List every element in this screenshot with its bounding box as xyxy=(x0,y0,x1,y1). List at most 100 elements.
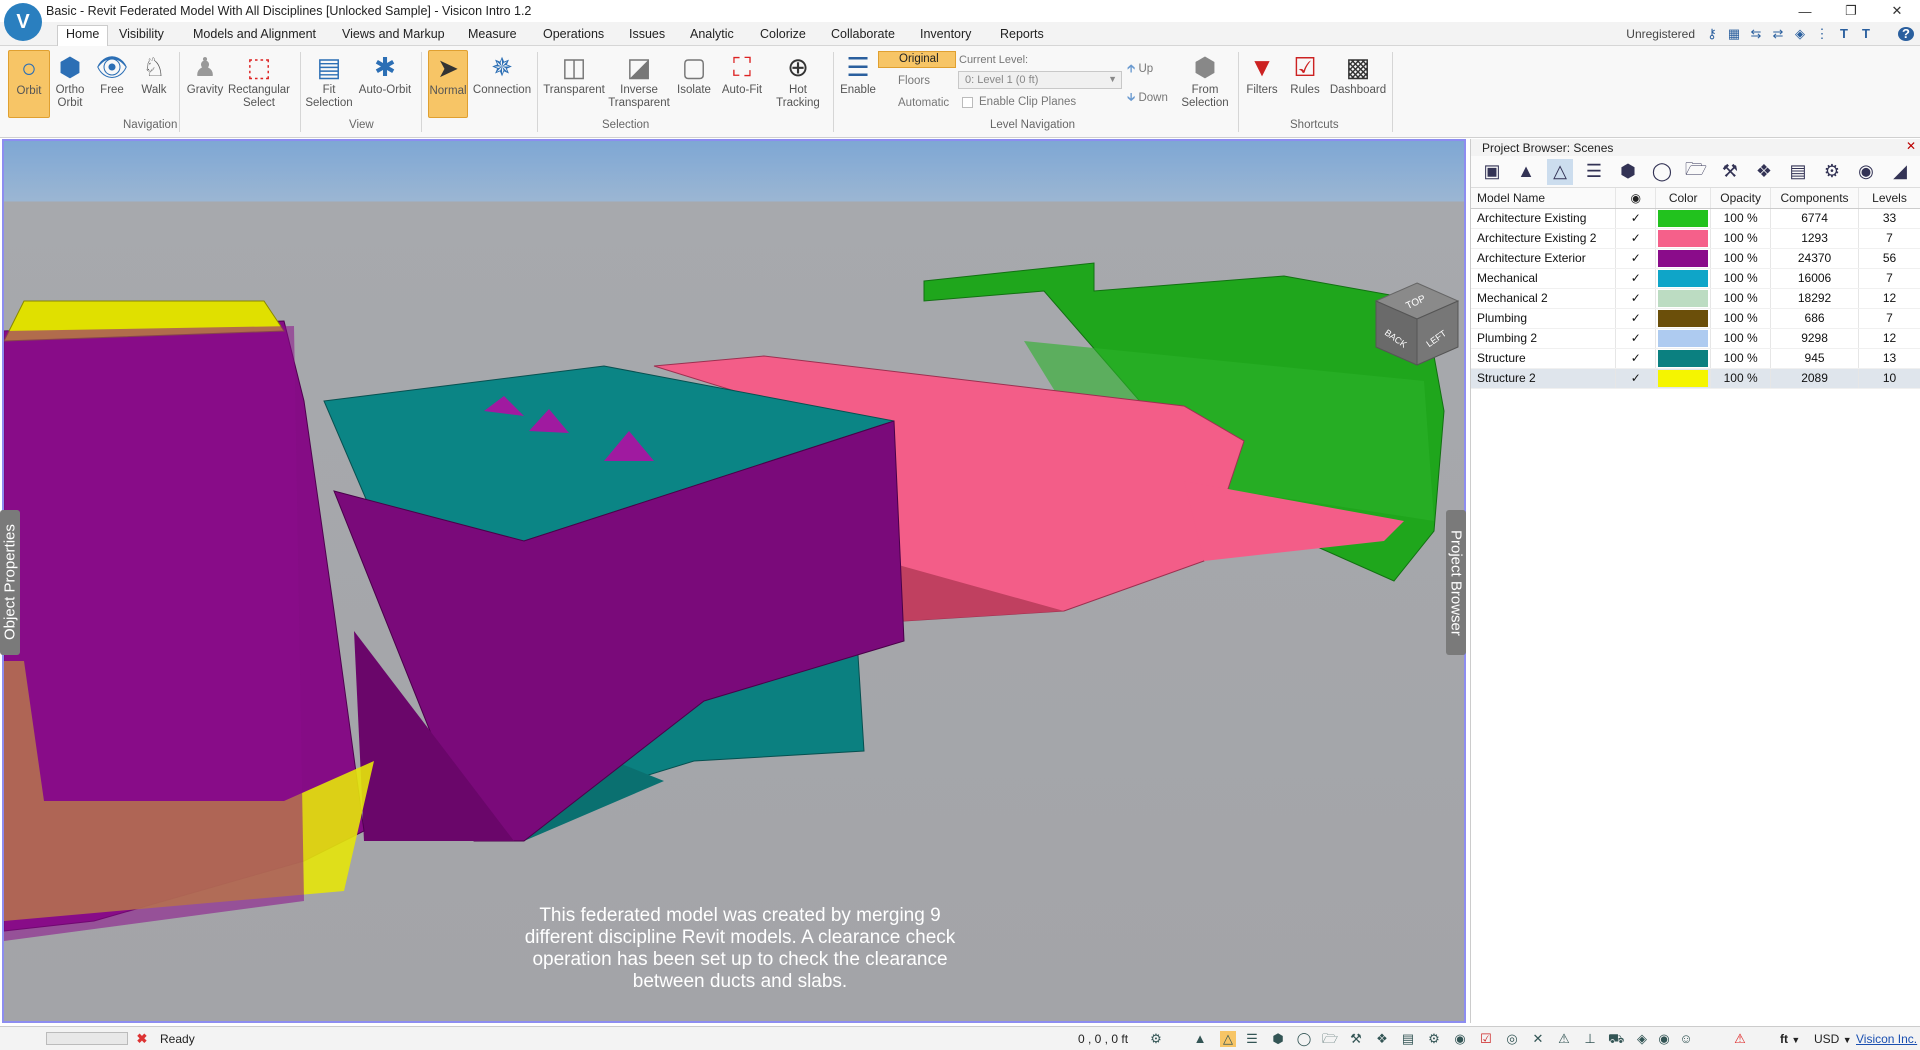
tab-views-markup[interactable]: Views and Markup xyxy=(334,26,453,46)
table-row[interactable]: Plumbing 2 ✓ 100 % 9298 12 xyxy=(1471,328,1920,349)
table-row[interactable]: Architecture Existing 2 ✓ 100 % 1293 7 xyxy=(1471,228,1920,249)
levels-cell[interactable]: 7 xyxy=(1858,228,1920,249)
tools-icon[interactable]: ✕ xyxy=(1530,1031,1546,1047)
color-swatch[interactable] xyxy=(1658,209,1709,227)
opacity-cell[interactable]: 100 % xyxy=(1710,228,1772,249)
sphere-icon[interactable]: ◉ xyxy=(1853,159,1879,185)
col-levels[interactable]: Levels xyxy=(1858,188,1920,209)
folder-icon[interactable]: 🗁 xyxy=(1322,1031,1338,1047)
text-up-icon[interactable]: T xyxy=(1836,27,1852,41)
inverse-transparent-button[interactable]: ◪ Inverse Transparent xyxy=(606,50,672,109)
objects-icon[interactable]: ❖ xyxy=(1374,1031,1390,1047)
color-swatch[interactable] xyxy=(1658,349,1709,367)
tag-icon[interactable]: ◈ xyxy=(1792,27,1808,41)
model-name-cell[interactable]: Plumbing xyxy=(1471,308,1617,329)
warning-outline-icon[interactable]: ⚠ xyxy=(1556,1031,1572,1047)
text-down-icon[interactable]: T xyxy=(1858,27,1874,41)
tag-icon[interactable]: ◈ xyxy=(1634,1031,1650,1047)
original-option[interactable]: Original xyxy=(878,51,956,68)
components-cell[interactable]: 1293 xyxy=(1770,228,1860,249)
table-row[interactable]: Architecture Existing ✓ 100 % 6774 33 xyxy=(1471,208,1920,229)
minimize-button[interactable]: — xyxy=(1782,0,1828,22)
eye-icon[interactable]: ◉ xyxy=(1656,1031,1672,1047)
clash-icon[interactable]: ⊥ xyxy=(1582,1031,1598,1047)
chip-icon[interactable]: ⚙ xyxy=(1819,159,1845,185)
model-name-cell[interactable]: Architecture Existing 2 xyxy=(1471,228,1617,249)
levels-cell[interactable]: 13 xyxy=(1858,348,1920,369)
color-swatch[interactable] xyxy=(1658,249,1709,267)
3d-viewport[interactable]: TOP BACK LEFT This federated model was c… xyxy=(2,139,1466,1023)
settings-icon[interactable]: ⚙ xyxy=(1148,1031,1164,1047)
col-color[interactable]: Color xyxy=(1655,188,1712,209)
level-down-button[interactable]: 🡳 Down xyxy=(1127,90,1168,109)
wrench-icon[interactable]: ⚒ xyxy=(1348,1031,1364,1047)
nav-cube[interactable]: TOP BACK LEFT xyxy=(1372,279,1462,369)
table-row[interactable]: Architecture Exterior ✓ 100 % 24370 56 xyxy=(1471,248,1920,269)
floors-option[interactable]: Floors xyxy=(898,75,930,87)
folder-icon[interactable]: 🗁 xyxy=(1683,159,1709,185)
car-icon[interactable]: ⛟ xyxy=(1608,1031,1624,1047)
visible-cell[interactable]: ✓ xyxy=(1615,328,1657,349)
wrench-icon[interactable]: ⚒ xyxy=(1717,159,1743,185)
col-model-name[interactable]: Model Name xyxy=(1471,188,1617,209)
model-name-cell[interactable]: Structure xyxy=(1471,348,1617,369)
key-icon[interactable]: ⚷ xyxy=(1704,27,1720,41)
opacity-cell[interactable]: 100 % xyxy=(1710,288,1772,309)
rules-icon[interactable]: ☑ xyxy=(1478,1031,1494,1047)
box-icon[interactable]: ⬢ xyxy=(1270,1031,1286,1047)
color-swatch-cell[interactable] xyxy=(1655,368,1712,389)
color-swatch[interactable] xyxy=(1658,229,1709,247)
cancel-icon[interactable]: ✖ xyxy=(134,1031,150,1047)
shape-icon[interactable]: ◯ xyxy=(1649,159,1675,185)
app-logo-icon[interactable]: V xyxy=(4,3,42,41)
walk-button[interactable]: ♘ Walk xyxy=(136,50,172,97)
components-cell[interactable]: 24370 xyxy=(1770,248,1860,269)
table-row[interactable]: Plumbing ✓ 100 % 686 7 xyxy=(1471,308,1920,329)
table-row[interactable]: Structure 2 ✓ 100 % 2089 10 xyxy=(1471,368,1920,389)
ortho-orbit-button[interactable]: ⬢ Ortho Orbit xyxy=(52,50,88,109)
components-cell[interactable]: 2089 xyxy=(1770,368,1860,389)
tab-analytic[interactable]: Analytic xyxy=(682,26,742,46)
level-enable-button[interactable]: ☰ Enable xyxy=(836,50,880,97)
color-swatch[interactable] xyxy=(1658,329,1709,347)
measure-icon[interactable]: ◢ xyxy=(1887,159,1913,185)
auto-orbit-button[interactable]: ✱ Auto-Orbit xyxy=(356,50,414,97)
components-cell[interactable]: 16006 xyxy=(1770,268,1860,289)
tab-inventory[interactable]: Inventory xyxy=(912,26,979,46)
model-name-cell[interactable]: Plumbing 2 xyxy=(1471,328,1617,349)
rules-button[interactable]: ☑ Rules xyxy=(1285,50,1325,97)
color-swatch[interactable] xyxy=(1658,269,1709,287)
hot-tracking-button[interactable]: ⊕ Hot Tracking xyxy=(768,50,828,109)
objects-icon[interactable]: ❖ xyxy=(1751,159,1777,185)
opacity-cell[interactable]: 100 % xyxy=(1710,248,1772,269)
clipboard-icon[interactable]: ▤ xyxy=(1785,159,1811,185)
levels-cell[interactable]: 12 xyxy=(1858,288,1920,309)
color-swatch[interactable] xyxy=(1658,369,1709,387)
connection-button[interactable]: ✵ Connection xyxy=(471,50,533,97)
arrows-icon[interactable]: ⇆ xyxy=(1748,27,1764,41)
opacity-cell[interactable]: 100 % xyxy=(1710,208,1772,229)
currency-select[interactable]: USD ▼ xyxy=(1814,1032,1852,1046)
color-swatch-cell[interactable] xyxy=(1655,328,1712,349)
visible-cell[interactable]: ✓ xyxy=(1615,368,1657,389)
close-icon[interactable]: ✕ xyxy=(1904,140,1918,154)
table-row[interactable]: Mechanical ✓ 100 % 16006 7 xyxy=(1471,268,1920,289)
color-swatch-cell[interactable] xyxy=(1655,208,1712,229)
warning-icon[interactable]: ⚠ xyxy=(1732,1031,1748,1047)
color-swatch-cell[interactable] xyxy=(1655,228,1712,249)
tab-measure[interactable]: Measure xyxy=(460,26,525,46)
components-cell[interactable]: 18292 xyxy=(1770,288,1860,309)
clipboard-icon[interactable]: ▤ xyxy=(1400,1031,1416,1047)
calculator-icon[interactable]: ▦ xyxy=(1726,27,1742,41)
tab-home[interactable]: Home xyxy=(57,25,109,47)
tab-operations[interactable]: Operations xyxy=(535,26,612,46)
orbit-button[interactable]: ○ Orbit xyxy=(8,50,50,118)
layers-icon[interactable]: ☰ xyxy=(1244,1031,1260,1047)
tab-collaborate[interactable]: Collaborate xyxy=(823,26,903,46)
filters-button[interactable]: ▼ Filters xyxy=(1242,50,1282,97)
model-name-cell[interactable]: Structure 2 xyxy=(1471,368,1617,389)
dashboard-button[interactable]: ▩ Dashboard xyxy=(1326,50,1390,97)
tab-models-alignment[interactable]: Models and Alignment xyxy=(185,26,324,46)
tab-issues[interactable]: Issues xyxy=(621,26,673,46)
binoculars-icon[interactable]: ◎ xyxy=(1504,1031,1520,1047)
